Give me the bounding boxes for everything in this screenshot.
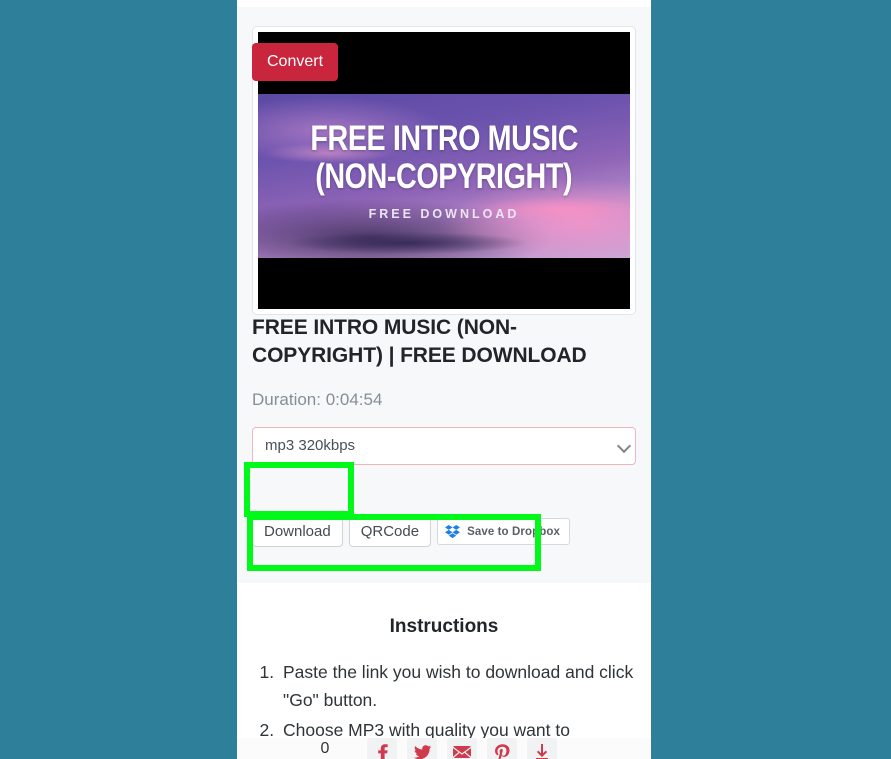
share-count: 0 bbox=[320, 740, 330, 757]
converter-card: FREE INTRO MUSIC (NON-COPYRIGHT) FREE DO… bbox=[237, 7, 651, 583]
share-bar: 0 bbox=[237, 738, 651, 759]
thumbnail-title-line-2: (NON-COPYRIGHT) bbox=[315, 156, 573, 196]
more-share-icon[interactable] bbox=[527, 738, 558, 759]
dropbox-icon bbox=[445, 524, 461, 538]
instructions-title: Instructions bbox=[389, 616, 499, 637]
panel-top-strip bbox=[237, 0, 651, 7]
facebook-icon[interactable] bbox=[367, 738, 398, 759]
video-title: FREE INTRO MUSIC (NON-COPYRIGHT) | FREE … bbox=[252, 316, 587, 367]
format-select[interactable]: mp3 320kbps bbox=[252, 427, 636, 465]
thumbnail-subtitle: FREE DOWNLOAD bbox=[368, 207, 520, 222]
thumbnail-title-line-1: FREE INTRO MUSIC bbox=[310, 118, 578, 158]
thumbnail-card: FREE INTRO MUSIC (NON-COPYRIGHT) FREE DO… bbox=[252, 26, 636, 315]
instructions-section: Instructions Paste the link you wish to … bbox=[237, 583, 651, 759]
qrcode-button[interactable]: QRCode bbox=[348, 515, 432, 547]
thumbnail-text: FREE INTRO MUSIC (NON-COPYRIGHT) FREE DO… bbox=[258, 32, 630, 309]
page-background: FREE INTRO MUSIC (NON-COPYRIGHT) FREE DO… bbox=[0, 0, 891, 759]
save-to-dropbox-label: Save to Dropbox bbox=[467, 525, 560, 538]
twitter-icon[interactable] bbox=[407, 738, 438, 759]
save-to-dropbox-button[interactable]: Save to Dropbox bbox=[437, 518, 570, 545]
video-thumbnail[interactable]: FREE INTRO MUSIC (NON-COPYRIGHT) FREE DO… bbox=[258, 32, 630, 309]
action-button-row: Download QRCode Save to Dropbox bbox=[252, 515, 570, 547]
pinterest-icon[interactable] bbox=[487, 738, 518, 759]
email-icon[interactable] bbox=[447, 738, 478, 759]
video-duration: Duration: 0:04:54 bbox=[252, 390, 383, 409]
download-button[interactable]: Download bbox=[252, 515, 343, 547]
instruction-step: Paste the link you wish to download and … bbox=[279, 658, 651, 715]
content-panel: FREE INTRO MUSIC (NON-COPYRIGHT) FREE DO… bbox=[237, 0, 651, 759]
instructions-list: Paste the link you wish to download and … bbox=[237, 658, 651, 744]
